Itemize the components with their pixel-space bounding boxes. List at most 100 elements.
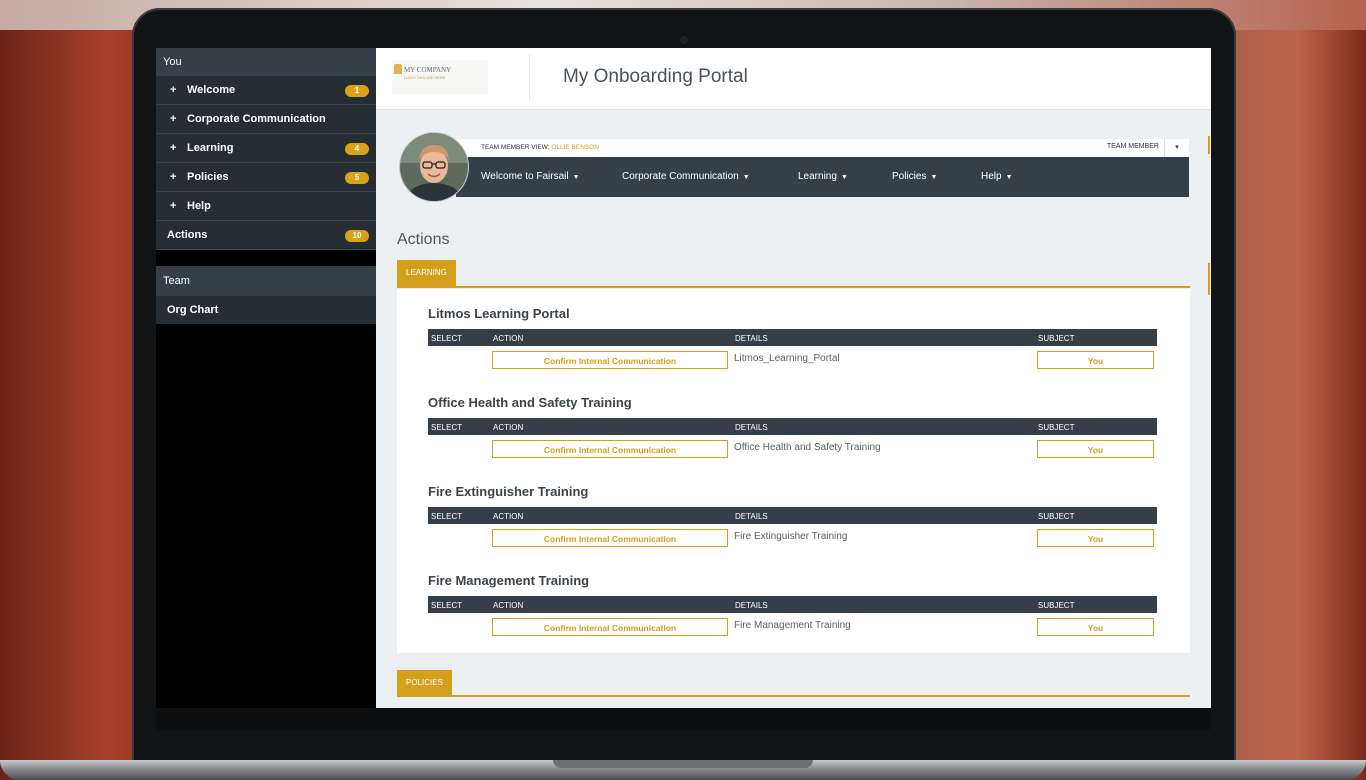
nav-corporate-communication[interactable]: Corporate Communication ▼ bbox=[622, 157, 750, 197]
company-logo[interactable]: MY COMPANY LOGO TAGLINE HERE bbox=[392, 60, 488, 94]
subject-button[interactable]: You bbox=[1037, 618, 1154, 636]
sidebar-item-policies[interactable]: + Policies 5 bbox=[156, 163, 376, 192]
sidebar-item-label: Help bbox=[187, 200, 211, 212]
laptop-notch bbox=[553, 760, 813, 768]
nav-label: Corporate Communication bbox=[622, 171, 739, 182]
col-select: SELECT bbox=[431, 601, 463, 610]
sidebar-item-label: Corporate Communication bbox=[187, 113, 326, 125]
role-dropdown-chevron-icon[interactable]: ▾ bbox=[1164, 139, 1189, 157]
table-header: SELECT ACTION DETAILS SUBJECT bbox=[428, 596, 1157, 613]
subject-button[interactable]: You bbox=[1037, 529, 1154, 547]
bezel-bottom bbox=[156, 708, 1211, 730]
subject-button[interactable]: You bbox=[1037, 351, 1154, 369]
col-action: ACTION bbox=[493, 423, 524, 432]
table-header: SELECT ACTION DETAILS SUBJECT bbox=[428, 329, 1157, 346]
col-subject: SUBJECT bbox=[1038, 512, 1075, 521]
main-content: MY COMPANY LOGO TAGLINE HERE My Onboardi… bbox=[376, 48, 1211, 708]
sidebar-header-team: Team bbox=[156, 266, 376, 296]
details-text: Fire Management Training bbox=[734, 620, 851, 631]
chevron-down-icon: ▼ bbox=[840, 174, 848, 181]
logo-name: MY COMPANY bbox=[404, 66, 452, 74]
col-select: SELECT bbox=[431, 334, 463, 343]
sidebar-item-corporate-communication[interactable]: + Corporate Communication bbox=[156, 105, 376, 134]
chevron-down-icon: ▼ bbox=[742, 174, 750, 181]
subject-button[interactable]: You bbox=[1037, 440, 1154, 458]
details-text: Litmos_Learning_Portal bbox=[734, 353, 840, 364]
col-details: DETAILS bbox=[735, 512, 768, 521]
nav-welcome[interactable]: Welcome to Fairsail ▼ bbox=[481, 157, 580, 197]
profile-strip: TEAM MEMBER VIEW: OLLIE BENSON TEAM MEMB… bbox=[456, 139, 1189, 157]
confirm-button[interactable]: Confirm Internal Communication bbox=[492, 529, 728, 547]
group-title: Litmos Learning Portal bbox=[428, 306, 570, 321]
confirm-button[interactable]: Confirm Internal Communication bbox=[492, 440, 728, 458]
confirm-button[interactable]: Confirm Internal Communication bbox=[492, 618, 728, 636]
sidebar-item-label: Welcome bbox=[187, 84, 236, 96]
expand-icon: + bbox=[170, 171, 177, 183]
tab-underline bbox=[397, 286, 1190, 288]
sidebar-item-label: Actions bbox=[167, 229, 208, 241]
logo-mark-icon bbox=[394, 64, 402, 74]
group-title: Fire Management Training bbox=[428, 573, 590, 588]
sidebar-item-help[interactable]: + Help bbox=[156, 192, 376, 221]
chevron-down-icon: ▼ bbox=[572, 174, 580, 181]
expand-icon: + bbox=[170, 200, 177, 212]
top-nav: Welcome to Fairsail ▼ Corporate Communica… bbox=[456, 157, 1189, 197]
details-text: Office Health and Safety Training bbox=[734, 442, 881, 453]
col-subject: SUBJECT bbox=[1038, 423, 1075, 432]
team-member-view: TEAM MEMBER VIEW: OLLIE BENSON bbox=[481, 144, 599, 151]
sidebar-item-org-chart[interactable]: Org Chart bbox=[156, 296, 376, 324]
col-details: DETAILS bbox=[735, 423, 768, 432]
col-action: ACTION bbox=[493, 601, 524, 610]
col-select: SELECT bbox=[431, 423, 463, 432]
header: MY COMPANY LOGO TAGLINE HERE My Onboardi… bbox=[376, 48, 1211, 110]
group-title: Fire Extinguisher Training bbox=[428, 484, 589, 499]
expand-icon: + bbox=[170, 142, 177, 154]
tab-policies[interactable]: POLICIES bbox=[397, 670, 452, 696]
page-title: My Onboarding Portal bbox=[563, 66, 748, 87]
sidebar: You + Welcome 1 + Corporate Communicatio… bbox=[156, 48, 376, 708]
details-text: Fire Extinguisher Training bbox=[734, 531, 848, 542]
nav-policies[interactable]: Policies ▼ bbox=[892, 157, 937, 197]
count-badge: 4 bbox=[345, 143, 369, 155]
role-label: TEAM MEMBER bbox=[1106, 143, 1159, 150]
logo-tagline: LOGO TAGLINE HERE bbox=[404, 75, 446, 80]
tab-underline bbox=[397, 695, 1190, 697]
col-subject: SUBJECT bbox=[1038, 601, 1075, 610]
col-action: ACTION bbox=[493, 512, 524, 521]
count-badge: 5 bbox=[345, 172, 369, 184]
tab-learning[interactable]: LEARNING bbox=[397, 260, 456, 286]
nav-help[interactable]: Help ▼ bbox=[981, 157, 1013, 197]
group-title: Office Health and Safety Training bbox=[428, 395, 632, 410]
camera-icon bbox=[680, 36, 688, 44]
sidebar-header-you: You bbox=[156, 48, 376, 76]
nav-learning[interactable]: Learning ▼ bbox=[798, 157, 848, 197]
sidebar-item-learning[interactable]: + Learning 4 bbox=[156, 134, 376, 163]
col-subject: SUBJECT bbox=[1038, 334, 1075, 343]
view-user-name: OLLIE BENSON bbox=[551, 144, 599, 151]
learning-panel: Litmos Learning Portal SELECT ACTION DET… bbox=[397, 289, 1190, 653]
avatar-photo bbox=[400, 133, 468, 201]
col-action: ACTION bbox=[493, 334, 524, 343]
nav-label: Policies bbox=[892, 171, 927, 182]
col-select: SELECT bbox=[431, 512, 463, 521]
table-header: SELECT ACTION DETAILS SUBJECT bbox=[428, 418, 1157, 435]
sidebar-item-welcome[interactable]: + Welcome 1 bbox=[156, 76, 376, 105]
col-details: DETAILS bbox=[735, 601, 768, 610]
table-header: SELECT ACTION DETAILS SUBJECT bbox=[428, 507, 1157, 524]
view-label-text: TEAM MEMBER VIEW: bbox=[481, 144, 552, 151]
nav-label: Learning bbox=[798, 171, 837, 182]
chevron-down-icon: ▼ bbox=[1005, 174, 1013, 181]
chevron-down-icon: ▼ bbox=[930, 174, 938, 181]
count-badge: 10 bbox=[345, 230, 369, 242]
nav-label: Welcome to Fairsail bbox=[481, 171, 569, 182]
col-details: DETAILS bbox=[735, 334, 768, 343]
sidebar-item-label: Learning bbox=[187, 142, 234, 154]
nav-label: Help bbox=[981, 171, 1002, 182]
count-badge: 1 bbox=[345, 85, 369, 97]
sidebar-item-actions[interactable]: Actions 10 bbox=[156, 221, 376, 250]
avatar[interactable] bbox=[400, 133, 468, 201]
expand-icon: + bbox=[170, 113, 177, 125]
screen: You + Welcome 1 + Corporate Communicatio… bbox=[156, 48, 1211, 708]
expand-icon: + bbox=[170, 84, 177, 96]
confirm-button[interactable]: Confirm Internal Communication bbox=[492, 351, 728, 369]
